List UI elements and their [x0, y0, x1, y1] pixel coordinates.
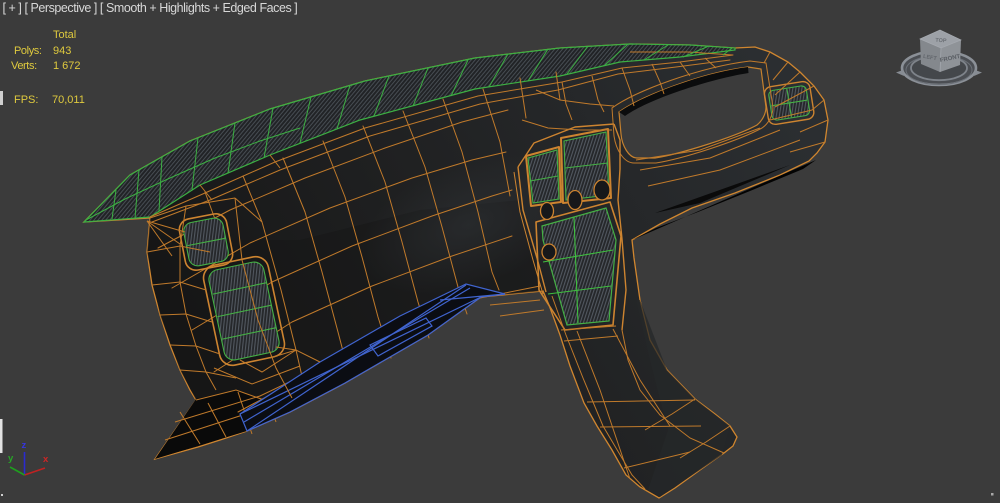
svg-text:TOP: TOP — [935, 38, 947, 45]
svg-text:y: y — [8, 453, 14, 464]
svg-text:z: z — [22, 440, 27, 451]
svg-text:x: x — [43, 454, 49, 465]
